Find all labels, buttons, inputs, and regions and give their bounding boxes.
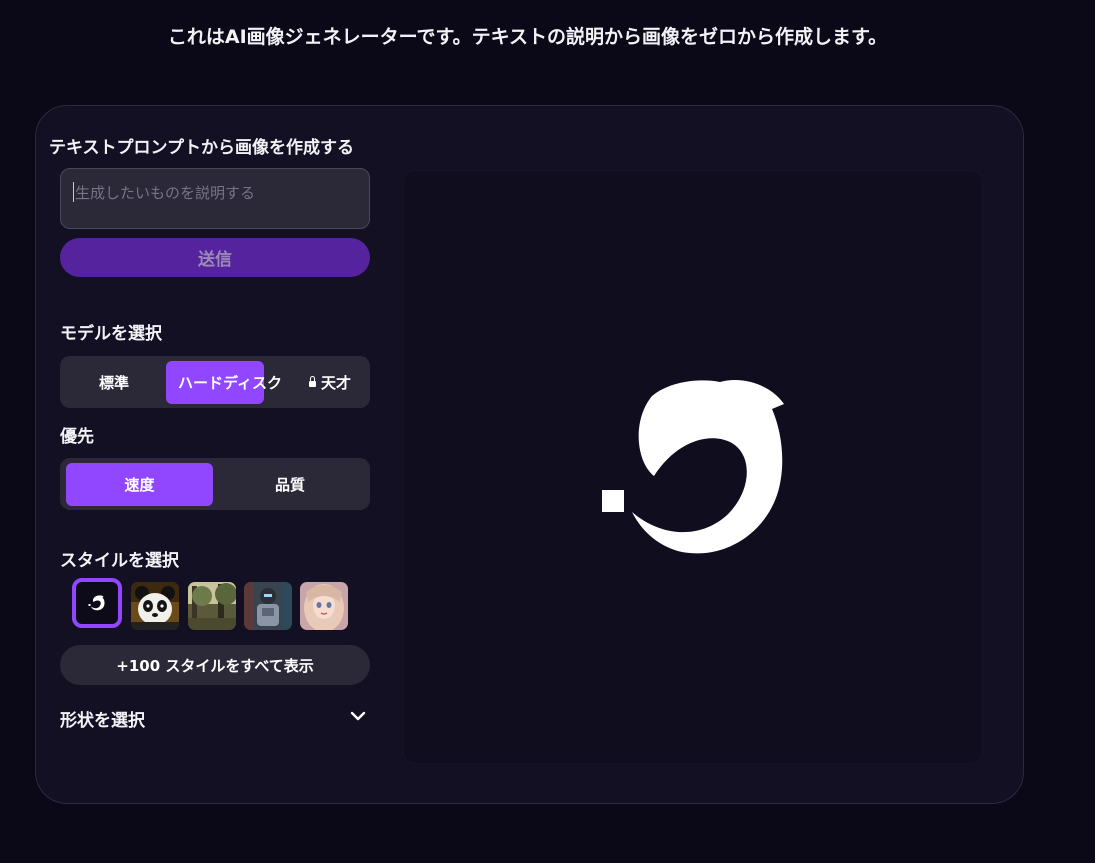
show-all-styles-button[interactable]: +100 スタイルをすべて表示 [60, 645, 370, 685]
panda-thumbnail [131, 582, 179, 630]
model-label: モデルを選択 [60, 324, 162, 344]
text-caret [73, 182, 74, 202]
image-preview-area [403, 170, 983, 764]
priority-option-speed[interactable]: 速度 [66, 463, 213, 506]
dolphin-logo-icon [88, 595, 105, 611]
style-label: スタイルを選択 [60, 551, 179, 571]
forest-thumbnail [188, 582, 236, 630]
anime-girl-thumbnail [300, 582, 348, 630]
robot-thumbnail [244, 582, 292, 630]
model-selector: 標準 ハードディスク 天才 [60, 356, 370, 408]
chevron-down-icon [350, 711, 366, 721]
style-thumb-forest[interactable] [188, 582, 236, 630]
priority-label: 優先 [60, 427, 94, 447]
priority-option-quality[interactable]: 品質 [216, 463, 364, 506]
model-option-genius[interactable]: 天才 [292, 361, 368, 404]
lock-icon [308, 375, 316, 387]
prompt-input[interactable]: 生成したいものを説明する [60, 168, 370, 229]
prompt-placeholder: 生成したいものを説明する [75, 184, 256, 202]
shape-selector[interactable]: 形状を選択 [60, 706, 366, 732]
style-thumb-panda[interactable] [131, 582, 179, 630]
priority-selector: 速度 品質 [60, 458, 370, 510]
generator-card: テキストプロンプトから画像を作成する 生成したいものを説明する 送信 モデルを選… [35, 105, 1024, 804]
shape-label: 形状を選択 [60, 711, 145, 731]
panel-title: テキストプロンプトから画像を作成する [49, 138, 354, 158]
dolphin-logo-icon [602, 380, 784, 554]
intro-text: これはAI画像ジェネレーターです。テキストの説明から画像をゼロから作成します。 [167, 26, 888, 48]
style-thumb-default[interactable] [72, 578, 122, 628]
submit-button[interactable]: 送信 [60, 238, 370, 277]
model-option-genius-label: 天才 [320, 374, 351, 392]
model-option-standard[interactable]: 標準 [65, 361, 163, 404]
style-thumb-robot[interactable] [244, 582, 292, 630]
model-option-hdd[interactable]: ハードディスク [166, 361, 282, 404]
style-thumb-anime[interactable] [300, 582, 348, 630]
